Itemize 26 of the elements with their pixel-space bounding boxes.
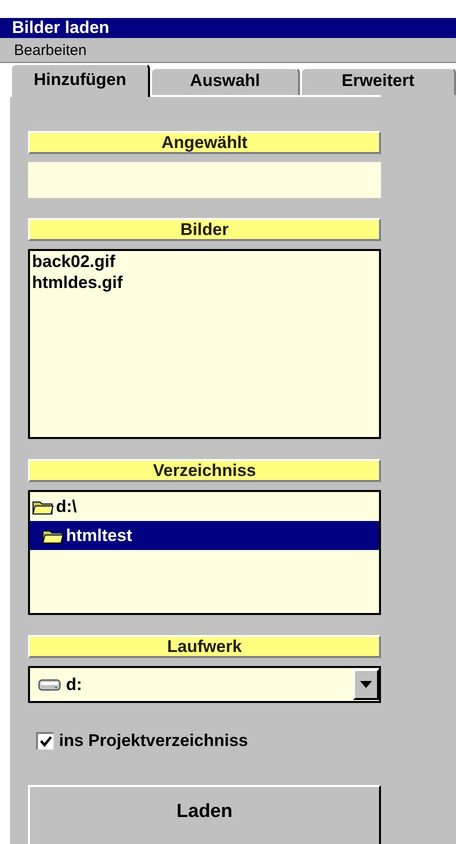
window-title: Bilder laden: [0, 18, 456, 38]
dropdown-arrow-icon: [360, 681, 372, 688]
checkbox[interactable]: [36, 732, 54, 750]
tab[interactable]: Erweitert: [300, 67, 456, 95]
tab[interactable]: Auswahl: [150, 67, 300, 95]
folder-item[interactable]: htmltest: [30, 521, 379, 550]
checkbox-label: ins Projektverzeichniss: [59, 731, 248, 751]
menu-item[interactable]: Bearbeiten: [12, 42, 89, 58]
drive-value: d:: [66, 674, 84, 694]
load-button[interactable]: Laden: [28, 785, 381, 844]
list-item[interactable]: htmldes.gif: [30, 272, 379, 293]
list-item[interactable]: back02.gif: [30, 251, 379, 272]
selected-image-field[interactable]: [28, 162, 381, 198]
list-box[interactable]: back02.gif htmldes.gif: [28, 249, 381, 439]
folder-icon: [42, 528, 64, 544]
folder-icon: [32, 498, 54, 514]
section-heading: Verzeichniss: [28, 459, 381, 482]
drive-icon: [38, 678, 62, 692]
drive-dropdown[interactable]: d:: [28, 666, 381, 703]
section-heading: Laufwerk: [28, 635, 381, 658]
folder-item[interactable]: d:\: [30, 492, 379, 521]
section-heading: Angewählt: [28, 131, 381, 154]
check-icon: [40, 736, 52, 747]
list-box[interactable]: d:\ htmltest: [28, 490, 381, 615]
tab[interactable]: Hinzufügen: [10, 63, 150, 97]
section-heading: Bilder: [28, 218, 381, 241]
